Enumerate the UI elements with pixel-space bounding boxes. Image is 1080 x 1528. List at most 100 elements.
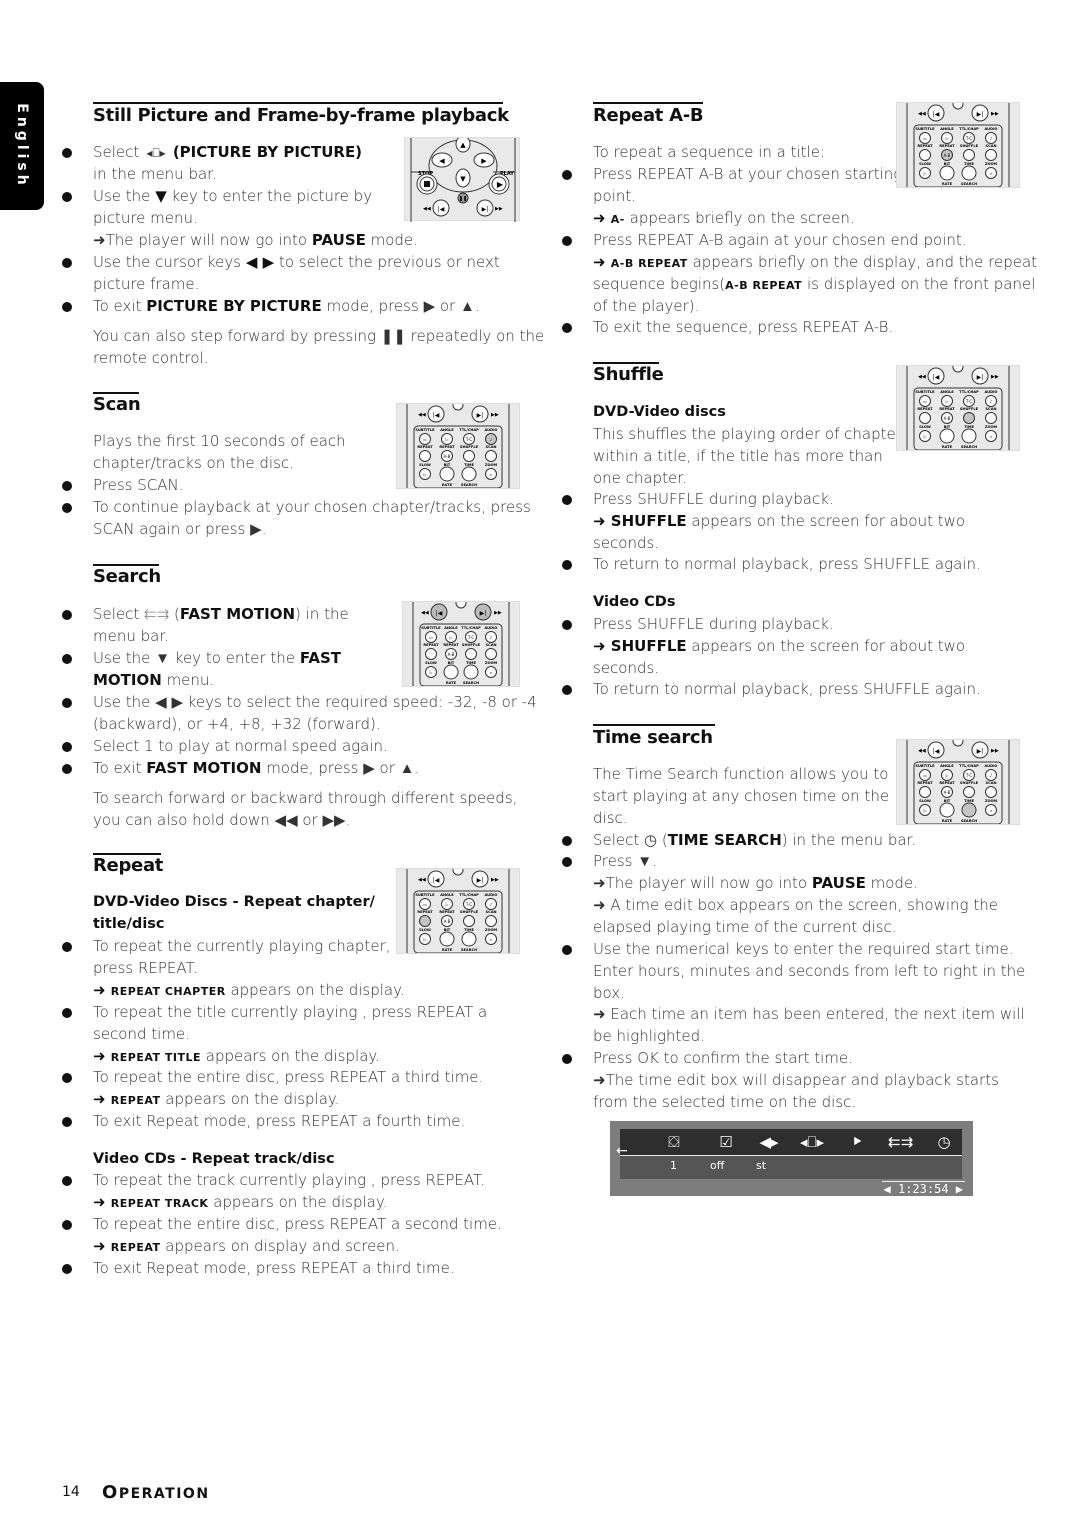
key-label: REPEAT [439, 445, 455, 449]
picture-by-picture-icon: ◂⎕▸ [146, 146, 166, 160]
text-line: Select ◂⎕▸ (PICTURE BY PICTURE) [93, 142, 362, 165]
key-label: REPEAT [417, 445, 433, 449]
forward-icon: ▶▶ [991, 748, 999, 754]
key-label: SCAN [485, 910, 496, 914]
key-label: AUDIO [985, 390, 998, 394]
key-button [919, 149, 931, 161]
fast-motion-icon: ⇇⇉ [888, 1133, 914, 1151]
key-button [939, 802, 955, 818]
key-glyph: ⌕ [990, 171, 992, 176]
text-line: box. [593, 984, 625, 1002]
section-title: Search [93, 566, 161, 587]
text-line: ➜ REPEAT TITLE appears on the display. [93, 1047, 380, 1065]
key-label: ANGLE [444, 626, 458, 630]
key-button [461, 466, 477, 482]
key-button [439, 931, 455, 947]
key-label: ZOOM [985, 162, 998, 166]
key-label: SCAN [485, 445, 496, 449]
next-icon: ▶| [477, 412, 484, 419]
key-label: RATE [942, 819, 953, 823]
svg-text:▼: ▼ [460, 175, 466, 183]
text-line: ➜ SHUFFLE appears on the screen for abou… [593, 637, 966, 655]
key-label: SLOW [419, 928, 431, 932]
text-line: ➜ REPEAT appears on display and screen. [93, 1237, 400, 1255]
key-label: SEARCH [461, 483, 477, 487]
bullet [562, 170, 572, 180]
key-label: TTL/CHAP [959, 127, 979, 131]
key-glyph: A-B [944, 153, 951, 158]
key-glyph: T-C [965, 399, 973, 404]
bullet [62, 742, 72, 752]
key-label: SUBTITLE [915, 764, 935, 768]
key-button [919, 412, 931, 424]
text-line: be highlighted. [593, 1027, 705, 1045]
key-glyph: ▭ [429, 635, 433, 640]
svg-text:❚❚: ❚❚ [459, 196, 467, 202]
subsection-title: title/disc [93, 916, 165, 932]
key-label: TTL/CHAP [459, 428, 479, 432]
bullet [562, 323, 572, 333]
remote-keypad-svg: |◀ ▶|◀◀ ▶▶SUBTITLE▭ANGLE▷TTL/CHAPT-CAUDIO♪… [906, 103, 1010, 187]
key-button [465, 648, 477, 660]
key-label: REPEAT [439, 910, 455, 914]
text-line: in the menu bar. [93, 165, 217, 183]
rewind-icon: ◀◀ [421, 610, 429, 616]
key-glyph: A-B [444, 454, 451, 459]
bullet [62, 258, 72, 268]
bullet [62, 764, 72, 774]
key-button [985, 149, 997, 161]
key-label: RATE [442, 483, 453, 487]
text-line: Press REPEAT A-B at your chosen starting [593, 165, 903, 183]
key-label: SUBTITLE [415, 893, 435, 897]
pause-button [952, 103, 964, 110]
text-line: picture frame. [93, 275, 200, 293]
key-button [425, 648, 437, 660]
time-search-icon: ◷ [644, 831, 658, 849]
key-label: AUDIO [485, 626, 498, 630]
forward-icon: ▶▶ [494, 610, 502, 616]
osd-menu-bar-illustration: ⛋ ☑ ◀▸ ◂⎕▸ ⯈ ⇇⇉ ◷ ← 1 off st ◀ 1:23:54 ▶ [610, 1121, 973, 1196]
bullet [562, 560, 572, 570]
key-label: AUDIO [985, 127, 998, 131]
key-label: REPEAT [917, 781, 933, 785]
bullet [562, 945, 572, 955]
key-label: REPEAT [417, 910, 433, 914]
key-label: SEARCH [961, 445, 977, 449]
key-glyph: ♪ [990, 136, 993, 141]
prev-icon: |◀ [433, 412, 440, 419]
forward-icon: ▶▶ [991, 111, 999, 117]
key-button [961, 165, 977, 181]
text-line: seconds. [593, 534, 660, 552]
key-label: BIT [944, 799, 951, 803]
key-glyph: ▭ [923, 399, 927, 404]
bullet [62, 1264, 72, 1274]
key-label: SLOW [919, 162, 931, 166]
text-line: (backward), or +4, +8, +32 (forward). [93, 715, 381, 733]
key-button [919, 786, 931, 798]
bullet [562, 685, 572, 695]
text-line: To return to normal playback, press SHUF… [593, 680, 981, 698]
key-label: ANGLE [940, 390, 954, 394]
key-label: ZOOM [985, 425, 998, 429]
key-glyph: T-C [467, 635, 475, 640]
key-button [485, 450, 497, 462]
text-line: Press OK to confirm the start time. [593, 1049, 853, 1067]
section-title: Shuffle [593, 364, 664, 385]
svg-text:▲: ▲ [460, 141, 466, 149]
svg-text:▶: ▶ [481, 157, 487, 165]
text-line: Select 1 to play at normal speed again. [93, 737, 388, 755]
remote-keypad-repeat: |◀ ▶| ◀◀ ▶▶ SUBTITLE ▭ ANGLE ▷ TTL/CHAP T-C AUDIO ♪… [396, 868, 520, 954]
osd-subtitle-value: 1 [670, 1159, 677, 1172]
key-label: REPEAT [939, 144, 955, 148]
key-button [419, 450, 431, 462]
key-label: BIT [448, 661, 455, 665]
bullet [62, 503, 72, 513]
picture-by-picture-icon: ◂⎕▸ [800, 1133, 825, 1151]
text-line: one chapter. [593, 469, 687, 487]
key-glyph: ♪ [490, 902, 493, 907]
bullet [62, 1008, 72, 1018]
bullet [62, 1073, 72, 1083]
key-glyph: ▭ [423, 902, 427, 907]
osd-menu-bar: ⛋ ☑ ◀▸ ◂⎕▸ ⯈ ⇇⇉ ◷ ← 1 off st [616, 1129, 962, 1179]
prev-icon: |◀ [933, 374, 940, 381]
